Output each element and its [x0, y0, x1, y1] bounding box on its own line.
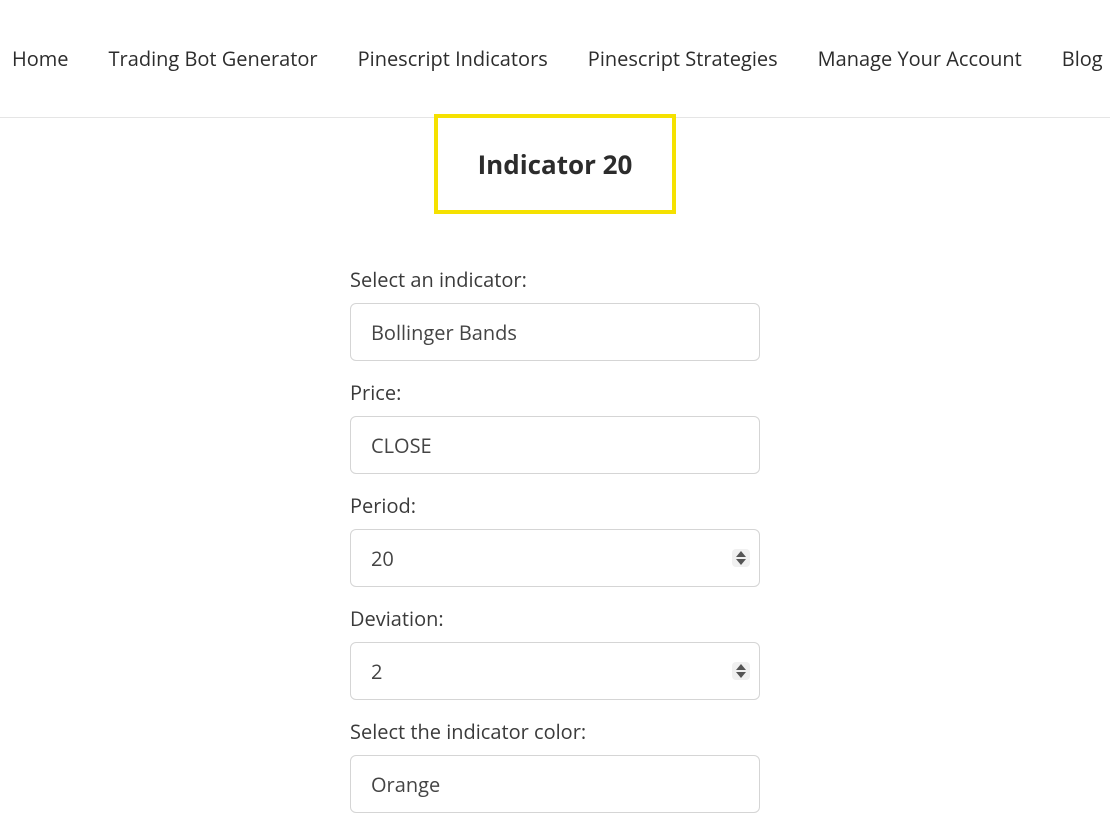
period-input-label: Period: [350, 492, 760, 519]
indicator-select-group: Select an indicator: Bollinger Bands [350, 266, 760, 361]
nav-pinescript-strategies[interactable]: Pinescript Strategies [588, 45, 778, 72]
indicator-select-label: Select an indicator: [350, 266, 760, 293]
period-spinner-down-icon[interactable] [736, 559, 746, 565]
indicator-title: Indicator 20 [478, 146, 633, 182]
main-content: Indicator 20 Select an indicator: Bollin… [0, 118, 1110, 831]
color-select-label: Select the indicator color: [350, 718, 760, 745]
indicator-select[interactable]: Bollinger Bands [350, 303, 760, 361]
nav-blog[interactable]: Blog [1062, 45, 1103, 72]
price-select-label: Price: [350, 379, 760, 406]
period-input-group: Period: [350, 492, 760, 587]
indicator-title-box: Indicator 20 [434, 114, 677, 214]
period-spinner-up-icon[interactable] [736, 551, 746, 557]
nav-home[interactable]: Home [12, 45, 69, 72]
top-navbar: Home Trading Bot Generator Pinescript In… [0, 0, 1110, 118]
period-number-wrapper [350, 529, 760, 587]
deviation-input-label: Deviation: [350, 605, 760, 632]
deviation-number-wrapper [350, 642, 760, 700]
period-spinner [732, 549, 750, 567]
nav-pinescript-indicators[interactable]: Pinescript Indicators [358, 45, 548, 72]
deviation-spinner-down-icon[interactable] [736, 672, 746, 678]
color-select[interactable]: Orange [350, 755, 760, 813]
color-select-group: Select the indicator color: Orange [350, 718, 760, 813]
deviation-spinner-up-icon[interactable] [736, 664, 746, 670]
deviation-spinner [732, 662, 750, 680]
indicator-form: Select an indicator: Bollinger Bands Pri… [350, 266, 760, 831]
price-select[interactable]: CLOSE [350, 416, 760, 474]
price-select-group: Price: CLOSE [350, 379, 760, 474]
deviation-input[interactable] [350, 642, 760, 700]
deviation-input-group: Deviation: [350, 605, 760, 700]
period-input[interactable] [350, 529, 760, 587]
nav-manage-account[interactable]: Manage Your Account [818, 45, 1022, 72]
nav-trading-bot-generator[interactable]: Trading Bot Generator [109, 45, 318, 72]
